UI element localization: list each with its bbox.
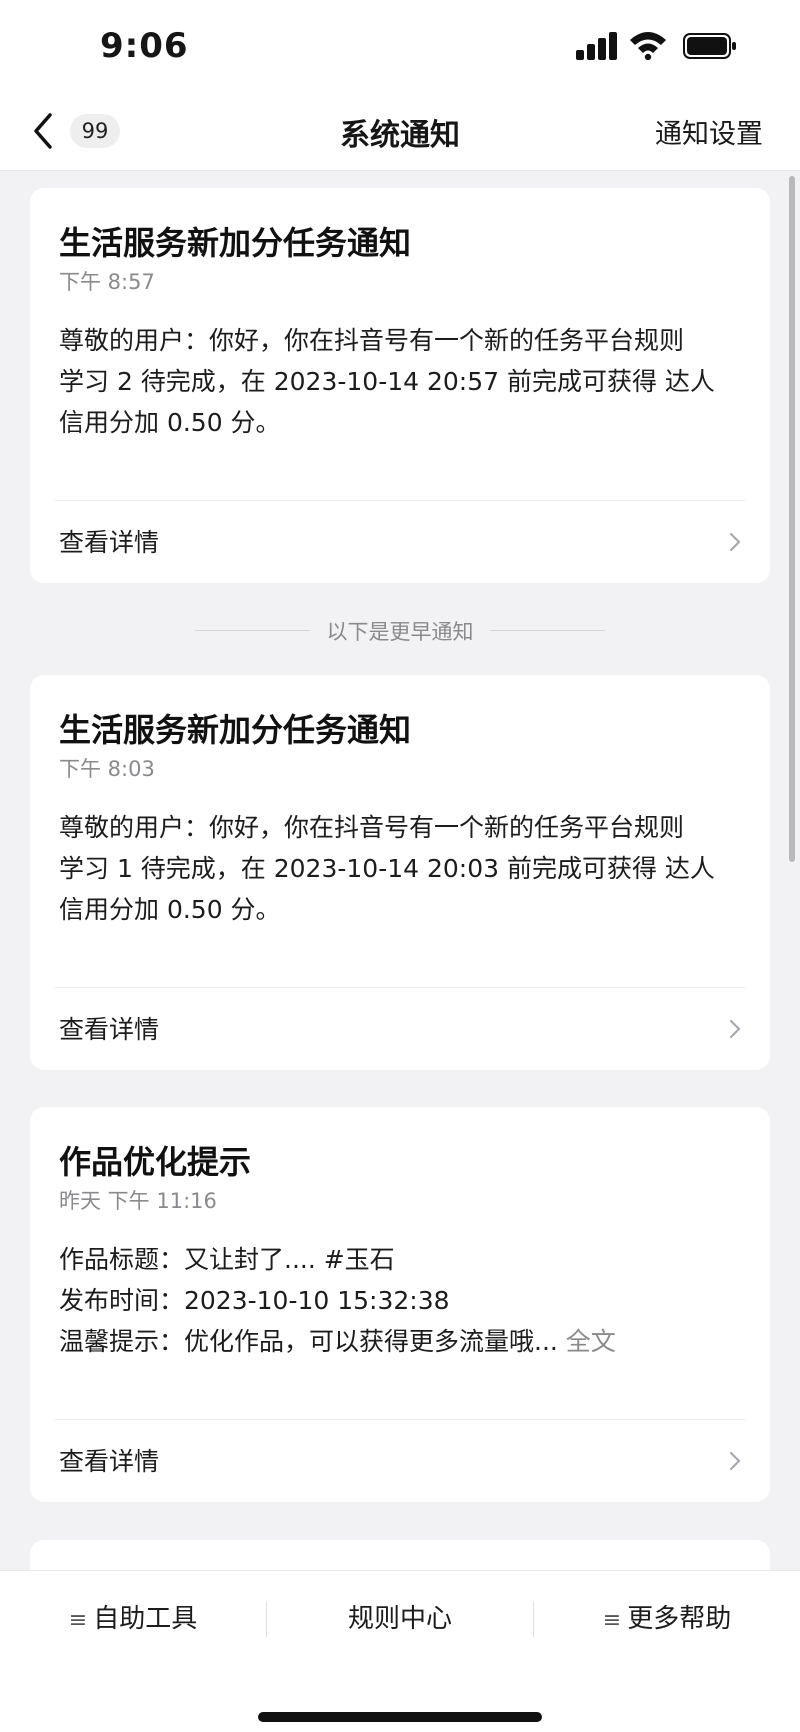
battery-icon bbox=[683, 33, 736, 59]
body-line: 温馨提示：优化作品，可以获得更多流量哦... 全文 bbox=[59, 1321, 749, 1362]
menu-lines-icon: ≡ bbox=[602, 1608, 622, 1633]
notification-body: 作品标题：又让封了.... #玉石 发布时间：2023-10-10 15:32:… bbox=[59, 1239, 749, 1362]
nav-bar: 99 系统通知 通知设置 bbox=[0, 95, 800, 171]
body-line: 学习 1 待完成，在 2023-10-14 20:03 前完成可获得 达人 bbox=[59, 854, 715, 883]
notification-time: 下午 8:03 bbox=[59, 757, 155, 781]
chevron-right-icon bbox=[729, 1451, 741, 1471]
status-bar: 9:06 bbox=[0, 0, 800, 95]
notification-body: 尊敬的用户：你好，你在抖音号有一个新的任务平台规则 学习 1 待完成，在 202… bbox=[59, 807, 749, 930]
more-help-button[interactable]: ≡ 更多帮助 bbox=[534, 1571, 800, 1667]
body-line: 信用分加 0.50 分。 bbox=[59, 408, 281, 437]
separator-label: 以下是更早通知 bbox=[326, 620, 474, 644]
self-service-tools-button[interactable]: ≡ 自助工具 bbox=[0, 1571, 266, 1667]
body-line: 信用分加 0.50 分。 bbox=[59, 895, 281, 924]
body-line: 尊敬的用户：你好，你在抖音号有一个新的任务平台规则 bbox=[59, 326, 685, 355]
toolbar-label: 自助工具 bbox=[93, 1604, 198, 1634]
scrollbar[interactable] bbox=[789, 176, 795, 862]
view-details-label: 查看详情 bbox=[59, 528, 160, 557]
bottom-toolbar: ≡ 自助工具 规则中心 ≡ 更多帮助 bbox=[0, 1570, 800, 1732]
notification-title: 生活服务新加分任务通知 bbox=[59, 224, 412, 262]
notification-settings-button[interactable]: 通知设置 bbox=[655, 112, 763, 151]
wifi-icon bbox=[630, 32, 666, 60]
body-line: 作品标题：又让封了.... #玉石 bbox=[59, 1245, 395, 1274]
chevron-right-icon bbox=[729, 532, 741, 552]
separator-line bbox=[490, 630, 605, 631]
notification-time: 下午 8:57 bbox=[59, 270, 155, 294]
view-details-row[interactable]: 查看详情 bbox=[30, 501, 770, 583]
rules-center-button[interactable]: 规则中心 bbox=[267, 1571, 533, 1667]
toolbar-label: 更多帮助 bbox=[627, 1604, 732, 1634]
body-line: 发布时间：2023-10-10 15:32:38 bbox=[59, 1286, 450, 1315]
cellular-signal-icon bbox=[576, 32, 620, 60]
notification-body: 尊敬的用户：你好，你在抖音号有一个新的任务平台规则 学习 2 待完成，在 202… bbox=[59, 320, 749, 443]
home-indicator[interactable] bbox=[258, 1712, 542, 1722]
body-line: 尊敬的用户：你好，你在抖音号有一个新的任务平台规则 bbox=[59, 813, 685, 842]
notification-card: 作品优化提示 昨天 下午 11:16 作品标题：又让封了.... #玉石 发布时… bbox=[30, 1107, 770, 1502]
view-details-label: 查看详情 bbox=[59, 1015, 160, 1044]
notification-card: 生活服务新加分任务通知 下午 8:03 尊敬的用户：你好，你在抖音号有一个新的任… bbox=[30, 675, 770, 1070]
full-text-link[interactable]: 全文 bbox=[566, 1327, 616, 1356]
notification-time: 昨天 下午 11:16 bbox=[59, 1189, 217, 1213]
notification-title: 生活服务新加分任务通知 bbox=[59, 711, 412, 749]
body-line: 学习 2 待完成，在 2023-10-14 20:57 前完成可获得 达人 bbox=[59, 367, 715, 396]
view-details-row[interactable]: 查看详情 bbox=[30, 1420, 770, 1502]
toolbar-label: 规则中心 bbox=[347, 1604, 452, 1634]
notification-title: 作品优化提示 bbox=[59, 1143, 252, 1181]
tip-text: 温馨提示：优化作品，可以获得更多流量哦... bbox=[59, 1327, 558, 1356]
chevron-right-icon bbox=[729, 1019, 741, 1039]
earlier-notifications-separator: 以下是更早通知 bbox=[0, 610, 800, 650]
notification-card: 生活服务新加分任务通知 下午 8:57 尊敬的用户：你好，你在抖音号有一个新的任… bbox=[30, 188, 770, 583]
view-details-label: 查看详情 bbox=[59, 1447, 160, 1476]
status-time: 9:06 bbox=[100, 26, 189, 66]
view-details-row[interactable]: 查看详情 bbox=[30, 988, 770, 1070]
menu-lines-icon: ≡ bbox=[68, 1608, 88, 1633]
